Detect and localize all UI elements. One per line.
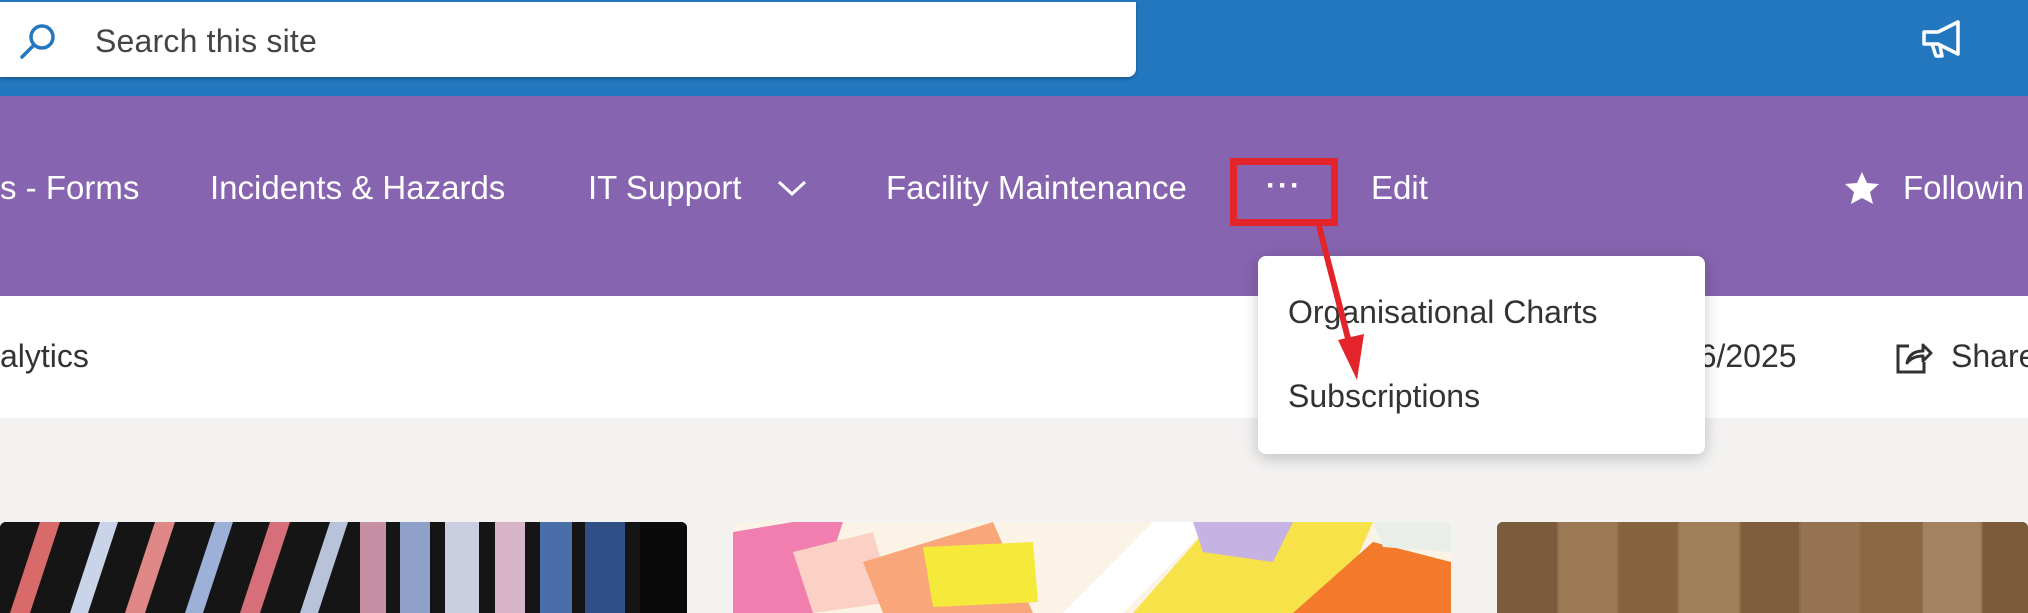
menu-item-subscriptions[interactable]: Subscriptions [1288,378,1480,415]
search-icon [20,24,55,59]
more-menu-flyout: Organisational Charts Subscriptions [1258,256,1705,454]
analytics-link[interactable]: alytics [0,338,89,375]
nav-item-incidents-hazards[interactable]: Incidents & Hazards [210,168,505,208]
megaphone-icon[interactable] [1918,16,1968,60]
page-command-bar: alytics /26/2025 Share [0,296,2028,418]
menu-item-organisational-charts[interactable]: Organisational Charts [1288,294,1597,331]
nav-item-it-support[interactable]: IT Support [588,168,741,208]
more-button[interactable]: ··· [1230,158,1338,226]
search-box[interactable]: Search this site [0,2,1136,77]
nav-item-forms[interactable]: s - Forms [0,168,139,208]
wood-image [1497,522,2028,613]
search-input[interactable]: Search this site [95,23,317,60]
star-icon [1845,172,1879,204]
share-icon[interactable] [1893,338,1933,376]
suite-bar: Search this site [0,0,2028,96]
sticky-notes-image [733,522,1451,613]
hub-navigation: s - Forms Incidents & Hazards IT Support… [0,96,2028,296]
nav-item-edit[interactable]: Edit [1371,168,1428,208]
news-card-image[interactable] [0,522,687,613]
nav-item-facility-maintenance[interactable]: Facility Maintenance [886,168,1187,208]
share-button[interactable]: Share [1951,338,2028,375]
news-card-image[interactable] [1497,522,2028,613]
more-icon: ··· [1266,169,1302,202]
following-button[interactable]: Followin [1903,168,2024,208]
building-image [0,522,687,613]
news-card-image[interactable] [733,522,1451,613]
chevron-down-icon[interactable] [775,176,809,200]
